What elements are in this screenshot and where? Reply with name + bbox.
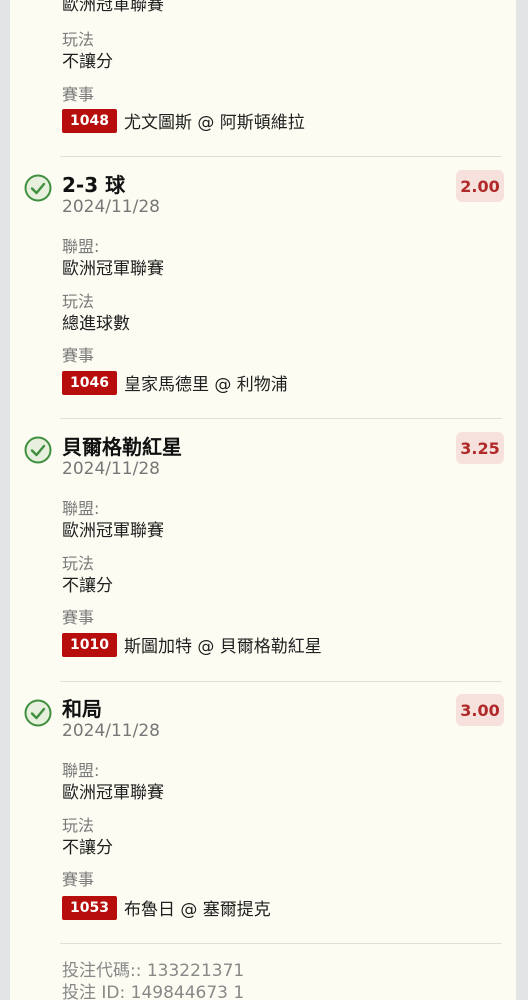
event-match: 尤文圖斯 @ 阿斯頓維拉 — [123, 113, 305, 133]
event-code-badge: 1053 — [62, 895, 117, 920]
bet-date: 2024/11/28 — [62, 459, 160, 479]
event-row: 1046 皇家馬德里 @ 利物浦 — [62, 370, 288, 395]
event-row: 1048 尤文圖斯 @ 阿斯頓維拉 — [62, 108, 305, 133]
event-row: 1053 布魯日 @ 塞爾提克 — [62, 895, 271, 920]
event-label: 賽事 — [62, 870, 95, 889]
play-label: 玩法 — [62, 30, 95, 49]
league-label: 聯盟: — [62, 499, 100, 518]
league-value: 歐洲冠軍聯賽 — [62, 259, 164, 279]
event-code-badge: 1046 — [62, 370, 117, 395]
event-code-badge: 1048 — [62, 108, 117, 133]
check-circle-icon — [24, 174, 52, 202]
bet-selection: 貝爾格勒紅星 — [62, 435, 182, 459]
league-label: 聯盟: — [62, 761, 100, 780]
check-circle-icon — [24, 699, 52, 727]
league-value: 歐洲冠軍聯賽 — [62, 521, 164, 541]
event-match: 皇家馬德里 @ 利物浦 — [123, 375, 288, 395]
league-value: 歐洲冠軍聯賽 — [62, 783, 164, 803]
event-code-badge: 1010 — [62, 632, 117, 657]
bet-selection: 2-3 球 — [62, 173, 126, 197]
event-label: 賽事 — [62, 608, 95, 627]
event-row: 1010 斯圖加特 @ 貝爾格勒紅星 — [62, 632, 322, 657]
play-value: 總進球數 — [62, 314, 130, 334]
event-match: 斯圖加特 @ 貝爾格勒紅星 — [123, 637, 322, 657]
play-label: 玩法 — [62, 554, 95, 573]
play-value: 不讓分 — [62, 52, 113, 72]
divider — [60, 418, 502, 419]
play-label: 玩法 — [62, 816, 95, 835]
bet-selection: 和局 — [62, 697, 102, 721]
bet-date: 2024/11/28 — [62, 197, 160, 217]
event-label: 賽事 — [62, 85, 95, 104]
divider — [60, 156, 502, 157]
league-label: 聯盟: — [62, 237, 100, 256]
bet-date: 2024/11/28 — [62, 721, 160, 741]
play-value: 不讓分 — [62, 838, 113, 858]
event-match: 布魯日 @ 塞爾提克 — [123, 900, 271, 920]
bet-id: 投注 ID: 149844673 1 — [62, 983, 245, 1000]
play-value: 不讓分 — [62, 576, 113, 596]
odds-badge: 3.00 — [456, 694, 504, 726]
event-label: 賽事 — [62, 346, 95, 365]
odds-badge: 3.25 — [456, 432, 504, 464]
bet-slip-card: 歐洲冠軍聯賽 玩法 不讓分 賽事 1048 尤文圖斯 @ 阿斯頓維拉 2-3 球 … — [10, 0, 516, 1000]
divider — [60, 681, 502, 682]
bet-code: 投注代碼:: 133221371 — [62, 961, 245, 981]
play-label: 玩法 — [62, 292, 95, 311]
odds-badge: 2.00 — [456, 170, 504, 202]
league-value: 歐洲冠軍聯賽 — [62, 0, 164, 15]
divider — [60, 943, 502, 944]
check-circle-icon — [24, 436, 52, 464]
